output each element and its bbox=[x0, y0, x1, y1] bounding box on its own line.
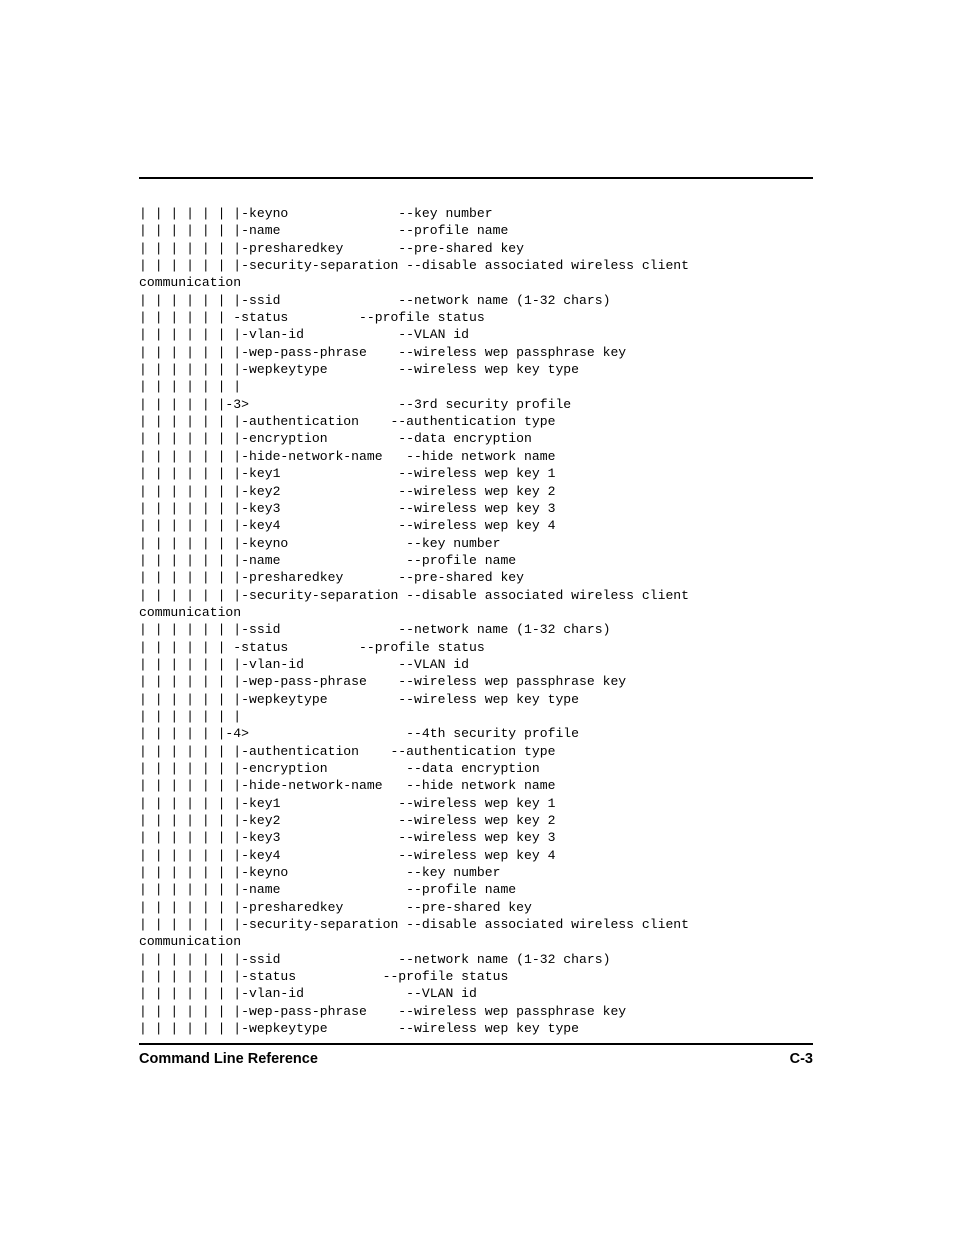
cli-tree-line: | | | | | | | bbox=[139, 379, 242, 395]
cli-tree-line: | | | | | | |-authentication --authentic… bbox=[139, 414, 556, 430]
cli-tree-line: | | | | | | -status --profile status bbox=[139, 310, 485, 326]
cli-tree-line: | | | | | | | bbox=[139, 708, 242, 724]
cli-tree-line: | | | | | | |-key1 --wireless wep key 1 bbox=[139, 466, 556, 482]
cli-tree-line: | | | | | | |-security-separation --disa… bbox=[139, 258, 690, 274]
cli-tree-line: | | | | | | |-presharedkey --pre-shared … bbox=[139, 570, 525, 586]
cli-tree-line: | | | | | | |-encryption --data encrypti… bbox=[139, 761, 540, 776]
cli-tree-line: communication bbox=[139, 934, 242, 950]
cli-tree-line: | | | | | | |-ssid --network name (1-32 … bbox=[139, 951, 611, 967]
page-footer: Command Line Reference C-3 bbox=[139, 1048, 813, 1070]
cli-tree-line: | | | | | | |-ssid --network name (1-32 … bbox=[139, 622, 611, 638]
footer-page-number: C-3 bbox=[789, 1051, 813, 1067]
cli-tree-line: | | | | | | |-wepkeytype --wireless wep … bbox=[139, 362, 580, 378]
cli-tree-line: | | | | | | |-security-separation --disa… bbox=[139, 917, 690, 933]
cli-tree-line: | | | | | | -status --profile status bbox=[139, 639, 485, 655]
cli-tree-line: | | | | | | |-keyno --key number bbox=[139, 206, 493, 221]
cli-tree-block: | | | | | | |-keyno --key number | | | | … bbox=[139, 205, 899, 1038]
cli-tree-line: communication bbox=[139, 604, 242, 620]
cli-tree-line: | | | | | | |-wepkeytype --wireless wep … bbox=[139, 691, 580, 707]
cli-tree-line: | | | | | | |-key2 --wireless wep key 2 bbox=[139, 813, 556, 829]
header-divider-rule bbox=[139, 177, 813, 179]
cli-tree-line: | | | | | | |-authentication --authentic… bbox=[139, 743, 556, 759]
cli-tree-line: | | | | | | |-key4 --wireless wep key 4 bbox=[139, 847, 556, 863]
cli-tree-line: | | | | | | |-wep-pass-phrase --wireless… bbox=[139, 1003, 627, 1019]
cli-tree-line: | | | | | | |-hide-network-name --hide n… bbox=[139, 778, 556, 794]
cli-tree-line: | | | | | | |-wepkeytype --wireless wep … bbox=[139, 1021, 580, 1037]
cli-tree-line: | | | | | | |-key2 --wireless wep key 2 bbox=[139, 483, 556, 499]
cli-tree-line: | | | | | | |-hide-network-name --hide n… bbox=[139, 448, 556, 464]
cli-tree-line: | | | | | | |-name --profile name bbox=[139, 223, 509, 239]
footer-divider-rule bbox=[139, 1043, 813, 1045]
cli-tree-line: | | | | | | |-encryption --data encrypti… bbox=[139, 431, 532, 447]
cli-tree-line: | | | | | | |-key3 --wireless wep key 3 bbox=[139, 830, 556, 846]
cli-tree-line: | | | | | | |-key4 --wireless wep key 4 bbox=[139, 518, 556, 534]
cli-tree-line: | | | | | | |-presharedkey --pre-shared … bbox=[139, 899, 532, 915]
cli-tree-line: | | | | | | |-key3 --wireless wep key 3 bbox=[139, 500, 556, 516]
cli-tree-line: | | | | | | |-wep-pass-phrase --wireless… bbox=[139, 674, 627, 690]
cli-tree-line: | | | | | | |-presharedkey --pre-shared … bbox=[139, 240, 525, 256]
cli-tree-line: | | | | | |-4> --4th security profile bbox=[139, 726, 580, 742]
document-page: | | | | | | |-keyno --key number | | | | … bbox=[0, 0, 954, 1235]
footer-title: Command Line Reference bbox=[139, 1051, 318, 1067]
cli-tree-line: | | | | | | |-wep-pass-phrase --wireless… bbox=[139, 344, 627, 360]
cli-tree-line: | | | | | | |-ssid --network name (1-32 … bbox=[139, 292, 611, 308]
cli-tree-line: | | | | | | |-status --profile status bbox=[139, 969, 509, 985]
cli-tree-line: | | | | | | |-vlan-id --VLAN id bbox=[139, 986, 477, 1002]
cli-tree-line: | | | | | | |-key1 --wireless wep key 1 bbox=[139, 795, 556, 811]
cli-tree-line: | | | | | | |-vlan-id --VLAN id bbox=[139, 327, 470, 343]
cli-tree-line: | | | | | | |-vlan-id --VLAN id bbox=[139, 656, 470, 672]
cli-tree-line: | | | | | | |-keyno --key number bbox=[139, 535, 501, 551]
cli-tree-line: | | | | | | |-security-separation --disa… bbox=[139, 587, 690, 603]
cli-tree-line: | | | | | | |-name --profile name bbox=[139, 882, 517, 898]
cli-tree-line: | | | | | | |-keyno --key number bbox=[139, 865, 501, 881]
cli-tree-line: | | | | | |-3> --3rd security profile bbox=[139, 396, 572, 412]
cli-tree-line: | | | | | | |-name --profile name bbox=[139, 552, 517, 568]
cli-tree-line: communication bbox=[139, 275, 242, 291]
